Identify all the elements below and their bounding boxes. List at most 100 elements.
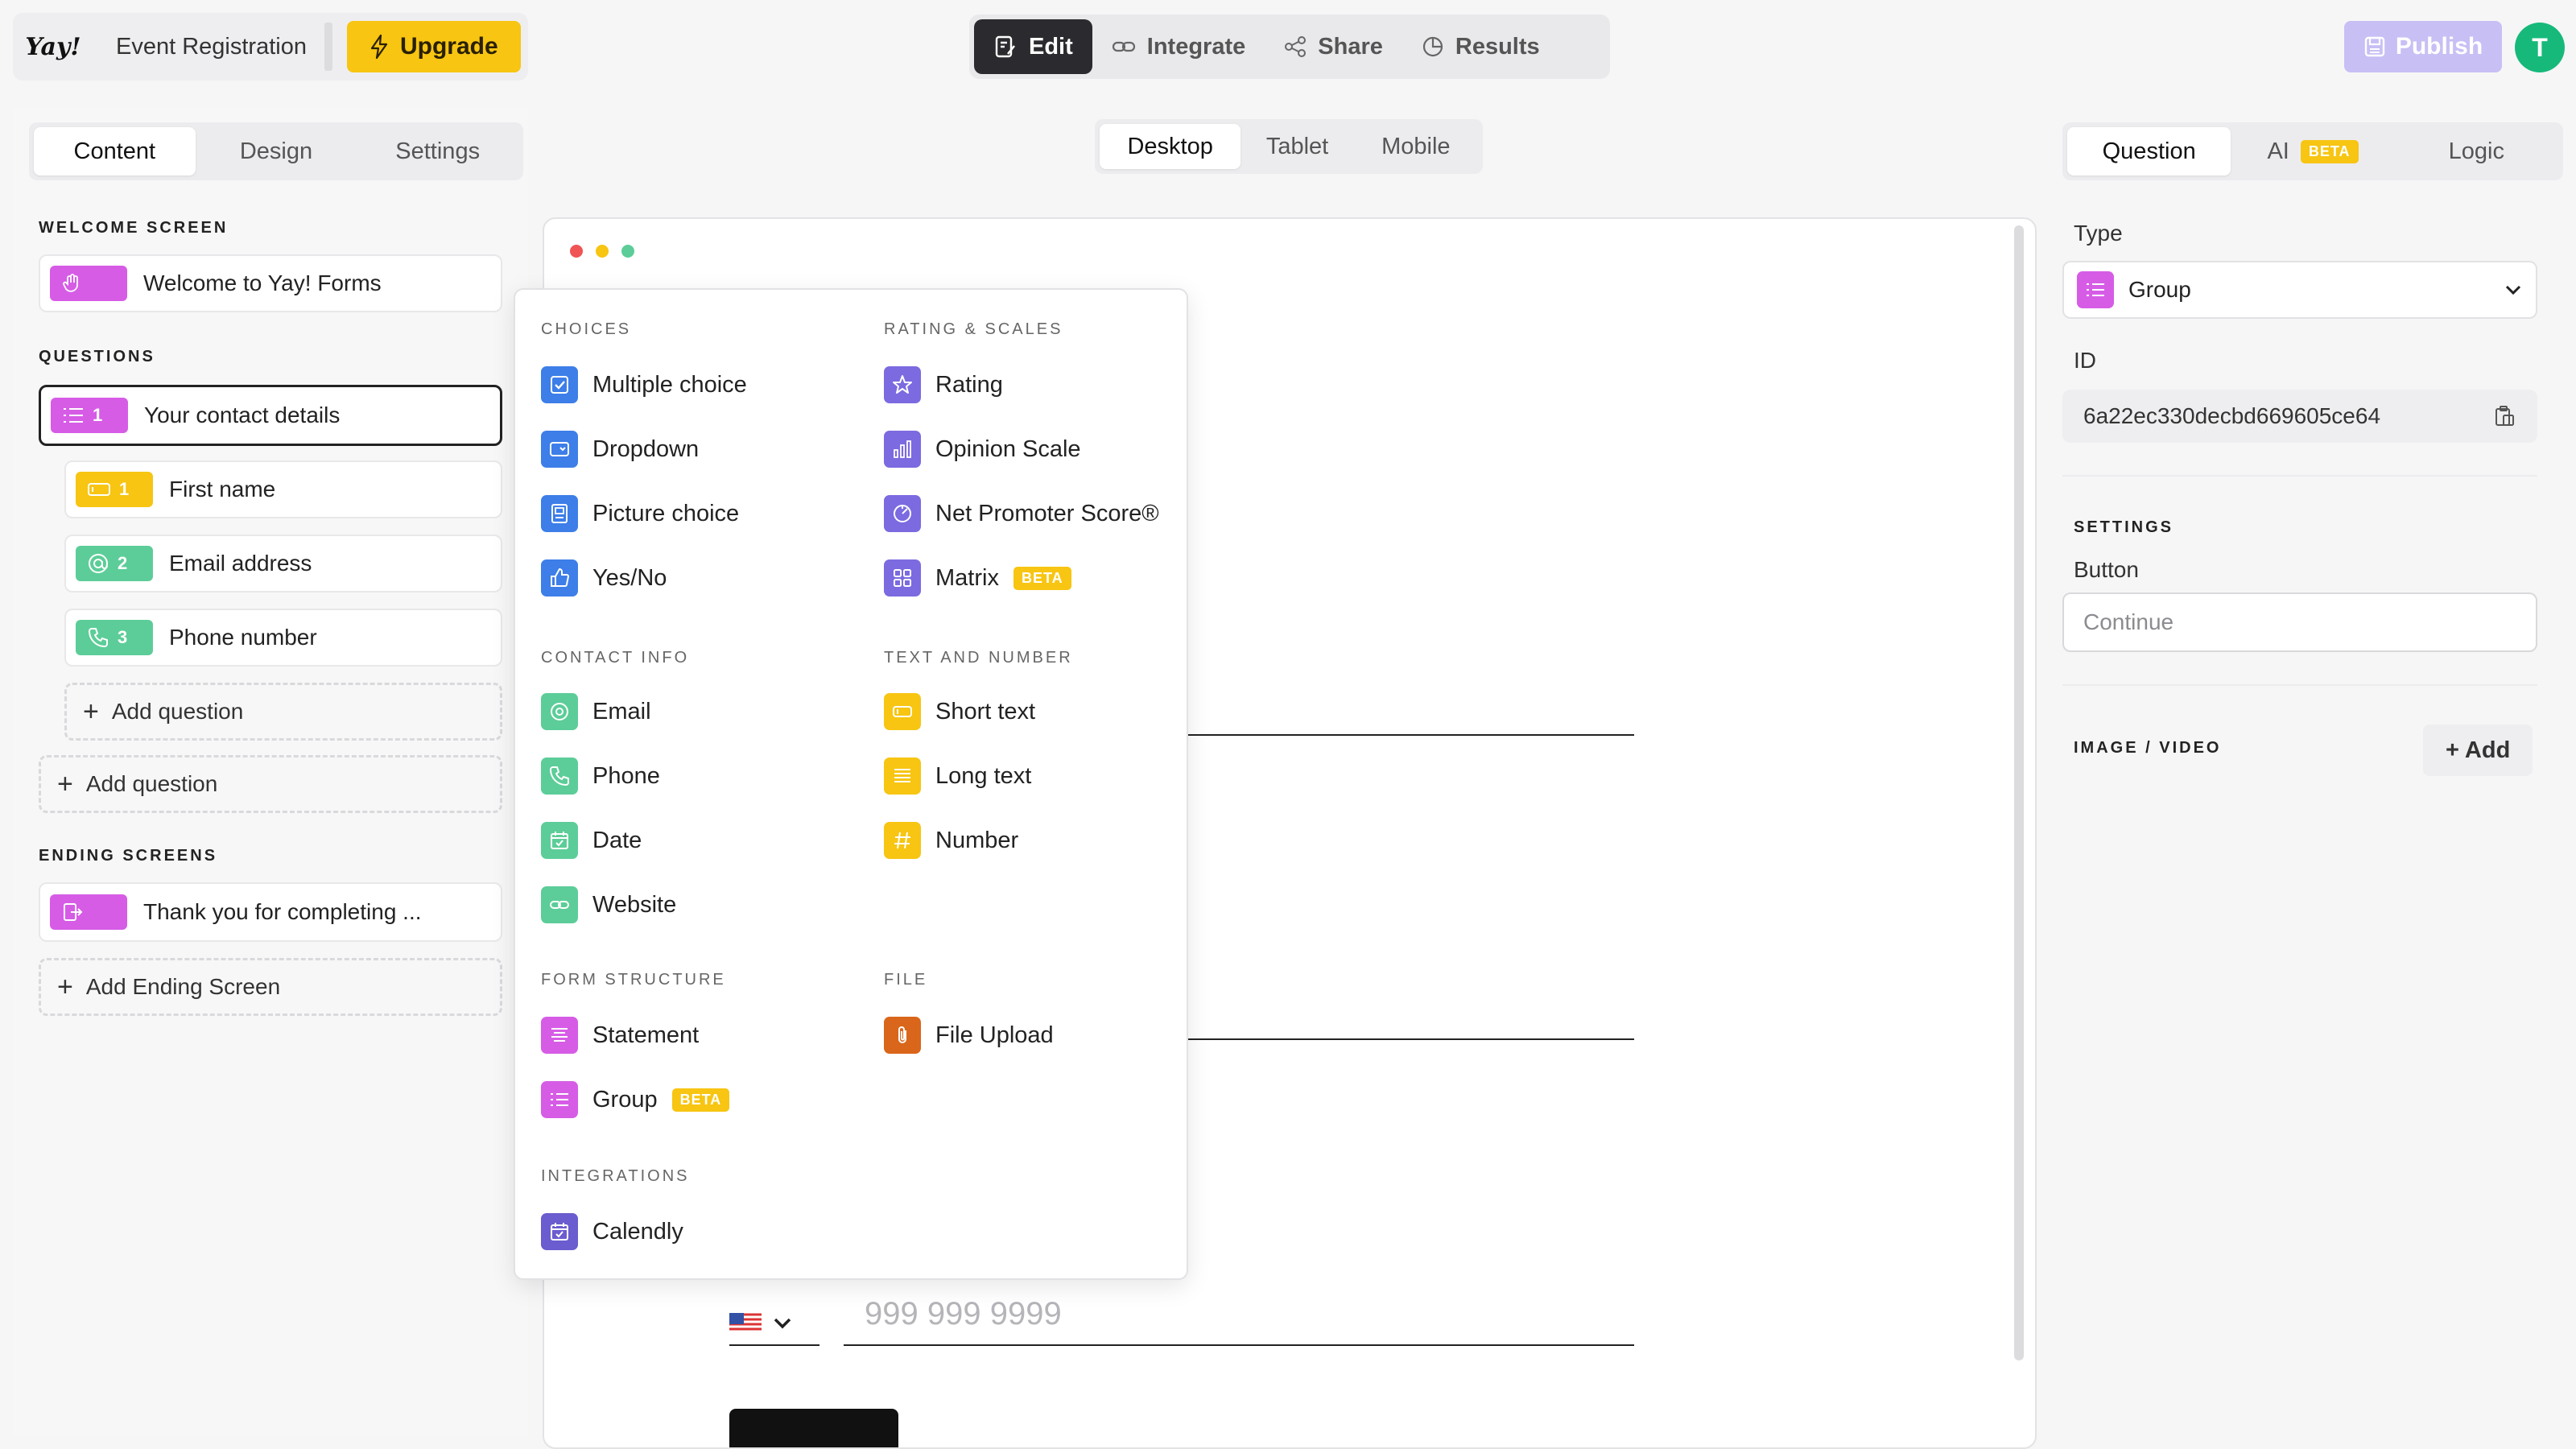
- menu-group-text: TEXT AND NUMBER: [884, 649, 1073, 667]
- image-video-label: IMAGE / VIDEO: [2074, 739, 2222, 757]
- brand-group: Yay! Event Registration Upgrade: [13, 13, 528, 80]
- menu-item-calendly[interactable]: Calendly: [541, 1209, 683, 1254]
- question-item-phone[interactable]: 3 Phone number: [64, 609, 502, 667]
- tab-ai[interactable]: AI BETA: [2231, 127, 2394, 175]
- dropdown-icon: [541, 431, 578, 468]
- menu-label-short-text: Short text: [935, 698, 1036, 724]
- tab-content[interactable]: Content: [34, 127, 196, 175]
- menu-item-short-text[interactable]: Short text: [884, 689, 1035, 734]
- phone-badge: 3: [76, 620, 153, 655]
- phone-input-placeholder[interactable]: 999 999 9999: [865, 1296, 1062, 1332]
- menu-item-email[interactable]: Email: [541, 689, 651, 734]
- ending-screen-item[interactable]: Thank you for completing ...: [39, 882, 502, 942]
- question-item-first-name[interactable]: 1 First name: [64, 460, 502, 518]
- menu-item-website[interactable]: Website: [541, 882, 676, 927]
- question-label-phone: Phone number: [169, 625, 317, 650]
- tab-desktop[interactable]: Desktop: [1100, 124, 1241, 169]
- menu-item-statement[interactable]: Statement: [541, 1013, 699, 1058]
- plus-icon: +: [57, 768, 73, 799]
- phone-field-underline: [844, 1344, 1634, 1346]
- long-text-icon: [884, 758, 921, 795]
- menu-item-multiple-choice[interactable]: Multiple choice: [541, 362, 747, 407]
- add-ending-screen-button[interactable]: + Add Ending Screen: [39, 958, 502, 1016]
- tab-settings[interactable]: Settings: [357, 127, 518, 175]
- link-icon: [1112, 41, 1135, 52]
- menu-label-picture-choice: Picture choice: [592, 500, 740, 526]
- menu-label-date: Date: [592, 827, 642, 853]
- tab-edit[interactable]: Edit: [974, 19, 1092, 74]
- country-code-select[interactable]: [729, 1302, 819, 1344]
- list-icon: [2077, 271, 2114, 308]
- question-label-email: Email address: [169, 551, 312, 576]
- tab-integrate-label: Integrate: [1146, 33, 1246, 60]
- yay-logo[interactable]: Yay!: [23, 16, 84, 77]
- publish-button[interactable]: Publish: [2344, 21, 2502, 72]
- question-label-first-name: First name: [169, 477, 276, 502]
- tab-ai-label: AI: [2267, 138, 2289, 164]
- menu-item-dropdown[interactable]: Dropdown: [541, 427, 699, 472]
- menu-item-rating[interactable]: Rating: [884, 362, 1003, 407]
- menu-item-matrix[interactable]: Matrix BETA: [884, 555, 1071, 601]
- ending-badge: [50, 894, 127, 930]
- group-badge: 1: [51, 398, 128, 433]
- menu-item-long-text[interactable]: Long text: [884, 753, 1031, 799]
- menu-label-long-text: Long text: [935, 762, 1032, 789]
- add-question-button[interactable]: + Add question: [39, 755, 502, 813]
- plus-icon: +: [57, 971, 73, 1002]
- window-dot-yellow: [596, 245, 609, 258]
- menu-group-contact: CONTACT INFO: [541, 649, 690, 667]
- tab-tablet[interactable]: Tablet: [1241, 124, 1353, 169]
- bar-chart-icon: [884, 431, 921, 468]
- button-text-input[interactable]: [2062, 592, 2537, 652]
- welcome-screen-item[interactable]: Welcome to Yay! Forms: [39, 254, 502, 312]
- type-select[interactable]: Group: [2062, 261, 2537, 319]
- title-separator: [324, 23, 332, 71]
- menu-item-picture-choice[interactable]: Picture choice: [541, 491, 739, 536]
- divider: [2062, 475, 2537, 477]
- menu-item-group[interactable]: Group BETA: [541, 1077, 730, 1122]
- menu-item-opinion-scale[interactable]: Opinion Scale: [884, 427, 1081, 472]
- add-question-inner-button[interactable]: + Add question: [64, 683, 502, 741]
- group-beta-badge: BETA: [671, 1088, 730, 1112]
- short-text-icon: [88, 483, 110, 496]
- copy-icon[interactable]: [2492, 404, 2516, 428]
- welcome-item-label: Welcome to Yay! Forms: [143, 270, 382, 295]
- menu-item-file-upload[interactable]: File Upload: [884, 1013, 1054, 1058]
- tab-mobile[interactable]: Mobile: [1354, 124, 1478, 169]
- question-item-group[interactable]: 1 Your contact details: [39, 385, 502, 446]
- preview-scrollbar[interactable]: [2014, 225, 2024, 1360]
- divider: [2062, 684, 2537, 686]
- tab-share[interactable]: Share: [1265, 19, 1402, 74]
- upgrade-button[interactable]: Upgrade: [346, 21, 521, 72]
- question-item-email[interactable]: 2 Email address: [64, 535, 502, 592]
- window-dot-red: [570, 245, 583, 258]
- mode-tabs: Edit Integrate Share Results: [969, 14, 1610, 79]
- questions-label: QUESTIONS: [39, 348, 155, 365]
- plus-icon: +: [83, 696, 99, 727]
- question-label-contact: Your contact details: [144, 402, 341, 427]
- tab-logic[interactable]: Logic: [2395, 127, 2558, 175]
- save-icon: [2364, 36, 2385, 57]
- top-bar: Yay! Event Registration Upgrade Edit Int…: [0, 0, 2576, 97]
- add-media-button[interactable]: + Add: [2423, 724, 2533, 776]
- device-tabs: Desktop Tablet Mobile: [1095, 119, 1483, 174]
- star-icon: [884, 366, 921, 403]
- tab-results[interactable]: Results: [1402, 19, 1559, 74]
- list-icon: [541, 1081, 578, 1118]
- tab-design[interactable]: Design: [196, 127, 357, 175]
- ending-screens-label: ENDING SCREENS: [39, 847, 218, 865]
- menu-item-phone[interactable]: Phone: [541, 753, 660, 799]
- menu-item-date[interactable]: Date: [541, 818, 642, 863]
- calendar-icon: [541, 1213, 578, 1250]
- tab-question[interactable]: Question: [2067, 127, 2231, 175]
- share-icon: [1285, 36, 1307, 57]
- menu-item-number[interactable]: Number: [884, 818, 1018, 863]
- menu-label-file-upload: File Upload: [935, 1022, 1054, 1048]
- form-title[interactable]: Event Registration: [116, 34, 307, 60]
- us-flag-icon: [729, 1313, 762, 1334]
- tab-integrate[interactable]: Integrate: [1092, 19, 1265, 74]
- menu-item-yes-no[interactable]: Yes/No: [541, 555, 667, 601]
- preview-continue-button[interactable]: [729, 1409, 898, 1447]
- user-avatar[interactable]: T: [2515, 23, 2565, 72]
- menu-item-nps[interactable]: Net Promoter Score®: [884, 491, 1159, 536]
